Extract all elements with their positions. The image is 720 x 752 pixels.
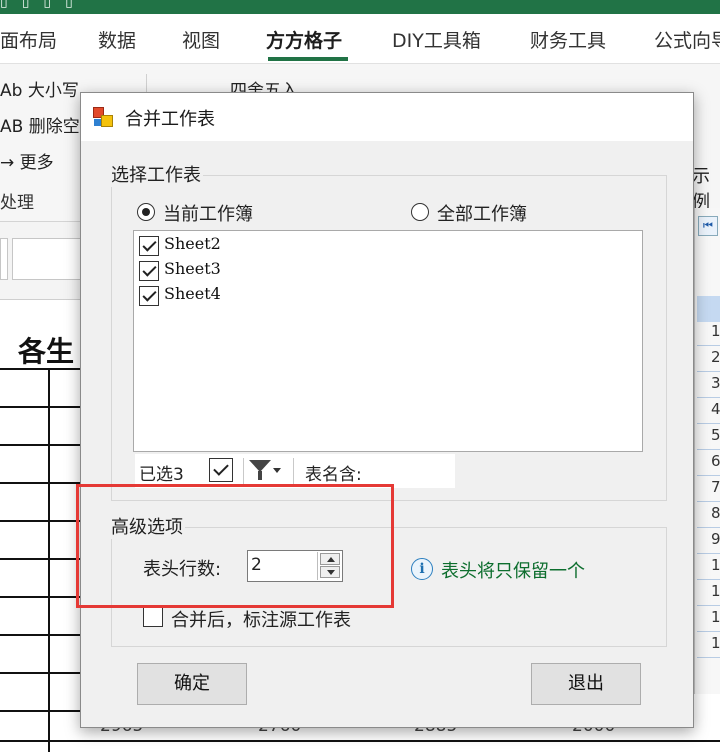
tab-diy-toolbox[interactable]: DIY工具箱 [392, 26, 481, 53]
tab-view[interactable]: 视图 [182, 26, 220, 53]
example-label: 示例 [692, 166, 710, 213]
grid-line [0, 520, 80, 522]
radio-all-workbooks[interactable] [411, 203, 429, 221]
sheet-checkbox[interactable] [139, 286, 159, 306]
exit-button[interactable]: 退出 [531, 663, 641, 705]
sheet-name[interactable]: Sheet2 [164, 234, 221, 253]
sheet-name[interactable]: Sheet3 [164, 259, 221, 278]
toolbar-separator [243, 458, 244, 484]
preview-row-number: 13 [697, 634, 720, 658]
tab-finance-tools[interactable]: 财务工具 [530, 26, 606, 53]
grid-line [0, 634, 80, 636]
grid-line [0, 672, 80, 674]
case-button[interactable]: Ab 大小写 [0, 76, 79, 101]
merge-sheets-dialog: 合并工作表 选择工作表 当前工作簿 全部工作簿 Sheet2 Sheet3 Sh… [80, 92, 694, 728]
grid-line [0, 444, 80, 446]
select-all-checkbox-icon[interactable] [209, 458, 233, 482]
preview-row-number: 2 [697, 348, 720, 372]
grid-line [0, 558, 80, 560]
grid-line [0, 596, 80, 598]
sheet-name[interactable]: Sheet4 [164, 284, 221, 303]
sheet-checkbox[interactable] [139, 236, 159, 256]
grid-line [48, 368, 50, 752]
radio-current-workbook-label[interactable]: 当前工作簿 [163, 200, 253, 226]
grid-line [0, 368, 80, 370]
dialog-title: 合并工作表 [125, 109, 215, 130]
filter-icon-stem [258, 471, 262, 480]
preview-row-number: 5 [697, 426, 720, 450]
grid-line [0, 740, 720, 742]
preview-row-number: 3 [697, 374, 720, 398]
more-button[interactable]: → 更多 [0, 148, 54, 173]
sheet-title-cell: 各生 [18, 335, 75, 368]
tab-data[interactable]: 数据 [98, 26, 136, 53]
preview-header-row [697, 296, 720, 322]
quick-access-icons[interactable]: ▯▯▯▯ [0, 0, 87, 10]
preview-row-number: 1 [697, 322, 720, 346]
highlight-annotation-box [76, 484, 394, 608]
radio-all-workbooks-label[interactable]: 全部工作簿 [437, 200, 527, 226]
grid-line [0, 482, 80, 484]
ok-button[interactable]: 确定 [137, 663, 247, 705]
preview-row-number: 11 [697, 582, 720, 606]
preview-row-number: 7 [697, 478, 720, 502]
grid-line [0, 406, 80, 408]
filter-dropdown-icon[interactable] [273, 468, 281, 473]
preview-row-number: 12 [697, 608, 720, 632]
sheet-list-toolbar: 已选3 表名含: [135, 454, 455, 488]
excel-title-bar: ▯▯▯▯ [0, 0, 720, 14]
grid-line [0, 710, 80, 712]
select-sheets-legend: 选择工作表 [109, 161, 203, 187]
tab-fangfanggezi[interactable]: 方方格子 [266, 26, 342, 53]
preview-row-number: 8 [697, 504, 720, 528]
ribbon-tab-bar: 面布局 数据 视图 方方格子 DIY工具箱 财务工具 公式向导 [0, 14, 720, 64]
delete-space-button[interactable]: AB 删除空 [0, 112, 80, 137]
mark-source-label[interactable]: 合并后，标注源工作表 [171, 606, 351, 632]
preview-row-number: 9 [697, 530, 720, 554]
sheet-list[interactable]: Sheet2 Sheet3 Sheet4 [133, 230, 643, 452]
filter-name-label: 表名含: [305, 465, 362, 485]
name-box[interactable] [0, 238, 8, 280]
first-page-icon[interactable]: ⏮ [698, 216, 718, 236]
sheet-checkbox[interactable] [139, 261, 159, 281]
preview-row-number: 4 [697, 400, 720, 424]
toolbar-separator [293, 458, 294, 484]
selected-count: 已选3 [139, 465, 184, 485]
mark-source-checkbox[interactable] [143, 607, 163, 627]
tab-page-layout[interactable]: 面布局 [0, 26, 57, 53]
info-icon: i [411, 558, 433, 580]
active-tab-underline [268, 57, 348, 61]
header-info-text: 表头将只保留一个 [441, 561, 585, 582]
tab-formula-wizard[interactable]: 公式向导 [654, 26, 720, 53]
preview-row-number: 6 [697, 452, 720, 476]
ribbon-group-label: 处理 [0, 193, 34, 213]
radio-current-workbook[interactable] [137, 203, 155, 221]
preview-row-number: 10 [697, 556, 720, 580]
formula-input[interactable] [12, 238, 82, 280]
dialog-title-bar[interactable]: 合并工作表 [81, 93, 693, 141]
app-logo-icon [93, 107, 113, 127]
